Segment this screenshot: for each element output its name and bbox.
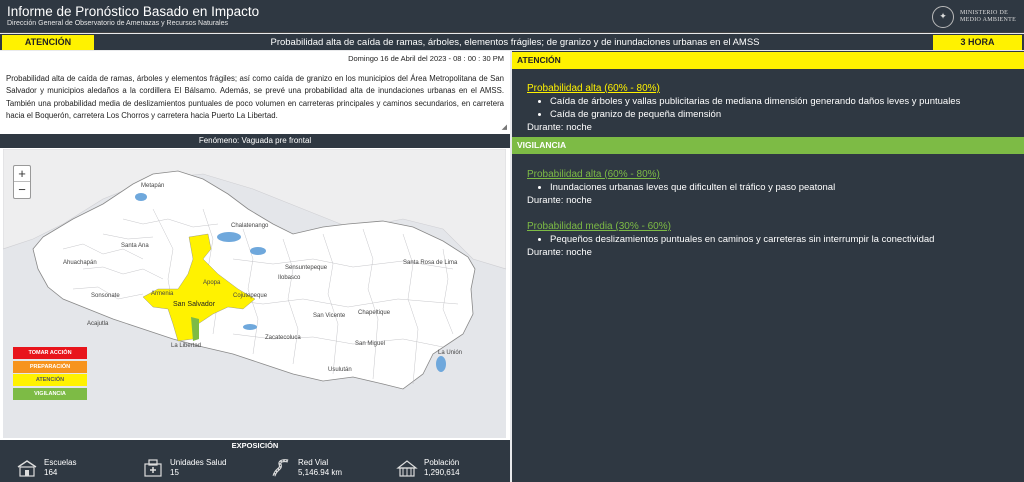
list-item: Pequeños deslizamientos puntuales en cam… <box>550 233 934 246</box>
ministry-line2: MEDIO AMBIENTE <box>960 16 1017 23</box>
svg-text:Chapeltique: Chapeltique <box>358 310 391 316</box>
atencion-list: Caída de árboles y vallas publicitarias … <box>550 95 960 121</box>
page-subtitle: Dirección General de Observatorio de Ame… <box>7 20 228 27</box>
vigilancia-alta-duration: Durante: noche <box>527 195 592 206</box>
exposure-label: Unidades Salud <box>170 458 227 467</box>
svg-text:San Miguel: San Miguel <box>355 341 385 347</box>
svg-text:La Libertad: La Libertad <box>171 343 201 349</box>
legend-vigilancia: VIGILANCIA <box>13 387 87 400</box>
zoom-control: + − <box>13 165 31 199</box>
zoom-in-button[interactable]: + <box>14 166 30 182</box>
vigilancia-media-block: Probabilidad media (30% - 60%) Pequeños … <box>527 220 934 259</box>
school-icon <box>17 460 37 477</box>
exposure-schools: Escuelas 164 <box>16 455 76 481</box>
vigilancia-media-list: Pequeños deslizamientos puntuales en cam… <box>550 233 934 246</box>
zoom-out-button[interactable]: − <box>14 182 30 198</box>
list-item: Caída de árboles y vallas publicitarias … <box>550 95 960 108</box>
textarea-resize-icon[interactable]: ◢ <box>502 123 507 131</box>
exposure-value: 5,146.94 km <box>298 468 343 477</box>
exposure-population: Población 1,290,614 <box>396 455 460 481</box>
svg-text:Santa Ana: Santa Ana <box>121 243 149 249</box>
ministry-logo: ✦ MINISTERIO DE MEDIO AMBIENTE <box>932 3 1018 30</box>
alert-duration-badge: 3 HORA <box>933 35 1022 50</box>
svg-text:Santa Rosa de Lima: Santa Rosa de Lima <box>403 260 458 266</box>
list-item: Inundaciones urbanas leves que dificulte… <box>550 181 835 194</box>
exposure-value: 15 <box>170 468 179 477</box>
forecast-map[interactable]: Metapán Chalatenango Santa Ana Ahuachapá… <box>3 149 506 438</box>
svg-text:Apopa: Apopa <box>203 280 221 286</box>
vigilancia-alta-list: Inundaciones urbanas leves que dificulte… <box>550 181 835 194</box>
population-icon <box>396 460 418 477</box>
list-item: Caída de granizo de pequeña dimensión <box>550 108 960 121</box>
svg-text:Zacatecoluca: Zacatecoluca <box>265 335 301 341</box>
vigilancia-alta-probability: Probabilidad alta (60% - 80%) <box>527 169 660 180</box>
alert-level-badge: ATENCIÓN <box>2 35 94 50</box>
vigilancia-media-duration: Durante: noche <box>527 247 592 258</box>
exposure-label: Población <box>424 458 460 467</box>
vigilancia-alta-block: Probabilidad alta (60% - 80%) Inundacion… <box>527 168 835 207</box>
svg-text:Ilobasco: Ilobasco <box>278 275 301 281</box>
exposure-label: Red Vial <box>298 458 329 467</box>
report-description[interactable]: Probabilidad alta de caída de ramas, árb… <box>6 73 504 123</box>
warnings-panel: ATENCIÓN Probabilidad alta (60% - 80%) C… <box>512 51 1024 482</box>
svg-text:Sonsonate: Sonsonate <box>91 293 120 299</box>
app-header: Informe de Pronóstico Basado en Impacto … <box>0 0 1024 33</box>
svg-text:La Unión: La Unión <box>438 350 462 356</box>
seal-icon: ✦ <box>932 5 954 28</box>
road-icon <box>272 459 289 477</box>
svg-text:Cojutepeque: Cojutepeque <box>233 293 268 299</box>
vigilancia-header: VIGILANCIA <box>512 137 1024 154</box>
svg-text:Chalatenango: Chalatenango <box>231 223 269 229</box>
vigilancia-media-probability: Probabilidad media (30% - 60%) <box>527 221 671 232</box>
ministry-line1: MINISTERIO DE <box>960 9 1009 16</box>
svg-text:Acajutla: Acajutla <box>87 321 109 327</box>
svg-text:San Vicente: San Vicente <box>313 313 346 319</box>
left-panel: Domingo 16 de Abril del 2023 - 08 : 00 :… <box>0 51 510 482</box>
exposure-health-units: Unidades Salud 15 <box>142 455 226 481</box>
alert-message: Probabilidad alta de caída de ramas, árb… <box>100 35 930 50</box>
svg-text:Sensuntepeque: Sensuntepeque <box>285 265 328 271</box>
atencion-probability: Probabilidad alta (60% - 80%) <box>527 83 660 94</box>
exposure-value: 164 <box>44 468 58 477</box>
legend-tomar-accion: TOMAR ACCIÓN <box>13 347 87 359</box>
atencion-block: Probabilidad alta (60% - 80%) Caída de á… <box>527 82 960 134</box>
legend-atencion: ATENCIÓN <box>13 374 87 386</box>
exposure-label: Escuelas <box>44 458 77 467</box>
exposure-panel: EXPOSICIÓN Escuelas 164 Unidades Salud 1… <box>0 440 510 482</box>
atencion-header: ATENCIÓN <box>512 52 1024 69</box>
exposure-title: EXPOSICIÓN <box>231 441 279 450</box>
lake-icon <box>217 232 241 242</box>
exposure-value: 1,290,614 <box>424 468 460 477</box>
hospital-icon <box>144 459 162 477</box>
report-app: Informe de Pronóstico Basado en Impacto … <box>0 0 1024 482</box>
map-legend: TOMAR ACCIÓN PREPARACIÓN ATENCIÓN VIGILA… <box>13 347 87 401</box>
atencion-duration: Durante: noche <box>527 122 592 133</box>
alert-bar: ATENCIÓN Probabilidad alta de caída de r… <box>0 34 1024 50</box>
page-title: Informe de Pronóstico Basado en Impacto <box>7 4 260 19</box>
svg-text:Armenia: Armenia <box>151 291 174 297</box>
svg-text:Usulután: Usulután <box>328 367 352 373</box>
report-datetime: Domingo 16 de Abril del 2023 - 08 : 00 :… <box>348 54 504 63</box>
svg-text:Ahuachapán: Ahuachapán <box>63 260 97 266</box>
svg-text:San Salvador: San Salvador <box>173 301 216 308</box>
exposure-road-network: Red Vial 5,146.94 km <box>270 455 342 481</box>
phenomenon-title: Fenómeno: Vaguada pre frontal <box>0 134 510 148</box>
svg-text:Metapán: Metapán <box>141 183 164 189</box>
legend-preparacion: PREPARACIÓN <box>13 360 87 373</box>
